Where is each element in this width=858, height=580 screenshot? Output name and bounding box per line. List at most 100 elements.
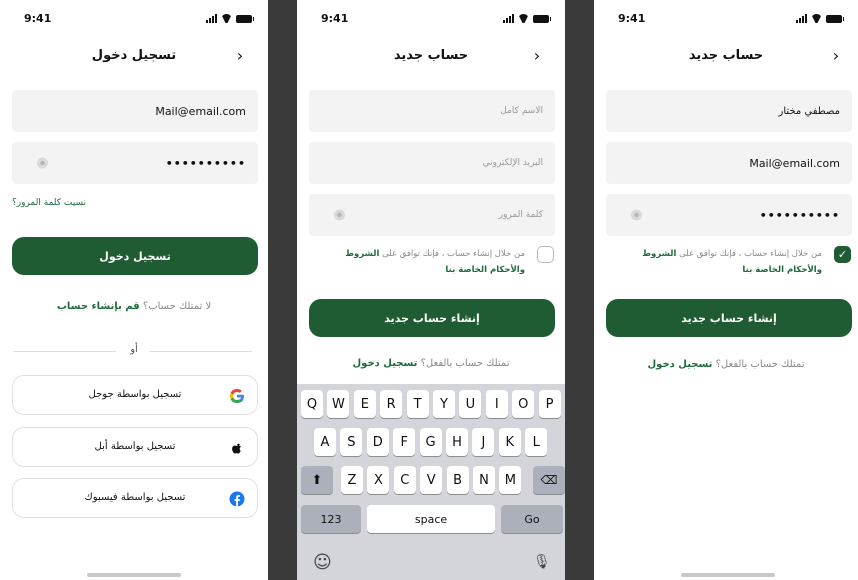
emoji-icon[interactable]: ☺ — [313, 552, 332, 573]
key-x[interactable]: X — [367, 466, 390, 494]
key-a[interactable]: A — [314, 428, 336, 456]
policy-link[interactable]: والأحكام الخاصة بنا — [742, 265, 822, 275]
key-e[interactable]: E — [353, 390, 376, 418]
eye-icon[interactable] — [36, 157, 49, 169]
login-button[interactable]: تسجيل دخول — [12, 237, 258, 275]
or-label: أو — [130, 344, 138, 355]
key-g[interactable]: G — [419, 428, 442, 456]
home-indicator — [87, 573, 181, 577]
google-icon — [229, 388, 245, 404]
terms-text: من خلال إنشاء حساب ، فإنك توافق على الشر… — [325, 246, 525, 278]
key-b[interactable]: B — [446, 466, 469, 494]
key-c[interactable]: C — [393, 466, 416, 494]
signal-icon — [503, 14, 514, 23]
key-l[interactable]: L — [525, 428, 548, 456]
password-field[interactable]: •••••••••• — [12, 142, 258, 184]
status-time: 9:41 — [24, 12, 52, 25]
signup-prompt: لا تمتلك حساب؟ قم بإنشاء حساب — [0, 301, 268, 312]
terms-checkbox[interactable]: ✓ — [834, 246, 851, 263]
page-title: حساب جديد — [393, 48, 469, 63]
key-s[interactable]: S — [340, 428, 363, 456]
key-d[interactable]: D — [366, 428, 389, 456]
key-j[interactable]: J — [472, 428, 495, 456]
battery-icon — [236, 14, 254, 23]
login-screen: 9:41 › تسجيل دخول Mail@email.com •••••••… — [0, 0, 268, 580]
keyboard: QWERTYUIOP ASDFGHJKL ZXCVBNM ⬆ ⌫ 123 spa… — [297, 384, 565, 580]
create-account-button[interactable]: إنشاء حساب جديد — [606, 299, 852, 337]
status-bar: 9:41 — [0, 12, 268, 28]
create-account-button[interactable]: إنشاء حساب جديد — [309, 299, 555, 337]
password-field[interactable]: •••••••••• — [606, 194, 852, 236]
forgot-password-link[interactable]: نسيت كلمة المرور؟ — [12, 198, 86, 208]
apple-login-button[interactable]: تسجيل بواسطة أبل — [12, 427, 258, 467]
login-link[interactable]: تسجيل دخول — [353, 358, 418, 369]
email-field[interactable]: Mail@email.com — [606, 142, 852, 184]
key-y[interactable]: Y — [433, 390, 455, 418]
eye-icon[interactable] — [333, 209, 346, 221]
terms-text: من خلال إنشاء حساب ، فإنك توافق على الشر… — [622, 246, 822, 278]
email-field[interactable]: Mail@email.com — [12, 90, 258, 132]
signal-icon — [796, 14, 807, 23]
delete-key[interactable]: ⌫ — [533, 466, 565, 494]
email-field[interactable]: البريد الإلكتروني — [309, 142, 555, 184]
signup-filled-screen: 9:41 › حساب جديد مصطفي مختار Mail@email.… — [594, 0, 858, 580]
key-m[interactable]: M — [499, 466, 522, 494]
wifi-icon — [221, 14, 232, 23]
terms-link[interactable]: الشروط — [642, 249, 676, 259]
full-name-value: مصطفي مختار — [778, 105, 840, 117]
have-account-text: تمتلك حساب بالفعل؟ — [420, 358, 510, 369]
terms-prefix: من خلال إنشاء حساب ، فإنك توافق على — [382, 249, 525, 259]
eye-icon[interactable] — [630, 209, 643, 221]
google-login-label: تسجيل بواسطة جوجل — [88, 389, 182, 400]
key-n[interactable]: N — [473, 466, 495, 494]
key-k[interactable]: K — [498, 428, 521, 456]
google-login-button[interactable]: تسجيل بواسطة جوجل — [12, 375, 258, 415]
key-r[interactable]: R — [380, 390, 403, 418]
key-w[interactable]: W — [327, 390, 350, 418]
key-z[interactable]: Z — [341, 466, 363, 494]
email-value: Mail@email.com — [155, 104, 246, 118]
home-indicator — [681, 573, 775, 577]
create-account-link[interactable]: قم بإنشاء حساب — [57, 301, 140, 312]
key-p[interactable]: P — [538, 390, 561, 418]
email-placeholder: البريد الإلكتروني — [482, 158, 543, 168]
facebook-login-label: تسجيل بواسطة فيسبوك — [84, 492, 186, 503]
status-time: 9:41 — [618, 12, 646, 25]
facebook-icon — [229, 491, 245, 507]
password-value: •••••••••• — [759, 208, 840, 222]
full-name-field[interactable]: الاسم كامل — [309, 90, 555, 132]
key-i[interactable]: I — [485, 390, 508, 418]
numbers-key[interactable]: 123 — [301, 505, 361, 533]
key-u[interactable]: U — [459, 390, 482, 418]
login-link[interactable]: تسجيل دخول — [648, 359, 713, 370]
status-time: 9:41 — [321, 12, 349, 25]
page-title: حساب جديد — [688, 48, 764, 63]
key-v[interactable]: V — [420, 466, 443, 494]
key-t[interactable]: T — [406, 390, 429, 418]
microphone-icon[interactable]: 🎙 — [533, 554, 551, 570]
shift-key[interactable]: ⬆ — [301, 466, 333, 494]
status-bar: 9:41 — [297, 12, 565, 28]
battery-icon — [533, 14, 551, 23]
key-h[interactable]: H — [446, 428, 468, 456]
divider-right — [150, 351, 252, 352]
facebook-login-button[interactable]: تسجيل بواسطة فيسبوك — [12, 478, 258, 518]
space-key[interactable]: space — [367, 505, 495, 533]
apple-login-label: تسجيل بواسطة أبل — [94, 441, 176, 452]
terms-checkbox[interactable] — [537, 246, 554, 263]
password-value: •••••••••• — [165, 156, 246, 170]
policy-link[interactable]: والأحكام الخاصة بنا — [445, 265, 525, 275]
wifi-icon — [518, 14, 529, 23]
go-key[interactable]: Go — [501, 505, 563, 533]
terms-link[interactable]: الشروط — [345, 249, 379, 259]
key-f[interactable]: F — [393, 428, 416, 456]
key-q[interactable]: Q — [301, 390, 323, 418]
terms-prefix: من خلال إنشاء حساب ، فإنك توافق على — [679, 249, 822, 259]
password-field[interactable]: كلمة المرور — [309, 194, 555, 236]
email-value: Mail@email.com — [749, 156, 840, 170]
no-account-text: لا تمتلك حساب؟ — [142, 301, 212, 312]
full-name-field[interactable]: مصطفي مختار — [606, 90, 852, 132]
key-o[interactable]: O — [512, 390, 535, 418]
full-name-placeholder: الاسم كامل — [500, 106, 543, 116]
page-title: تسجيل دخول — [91, 48, 177, 63]
